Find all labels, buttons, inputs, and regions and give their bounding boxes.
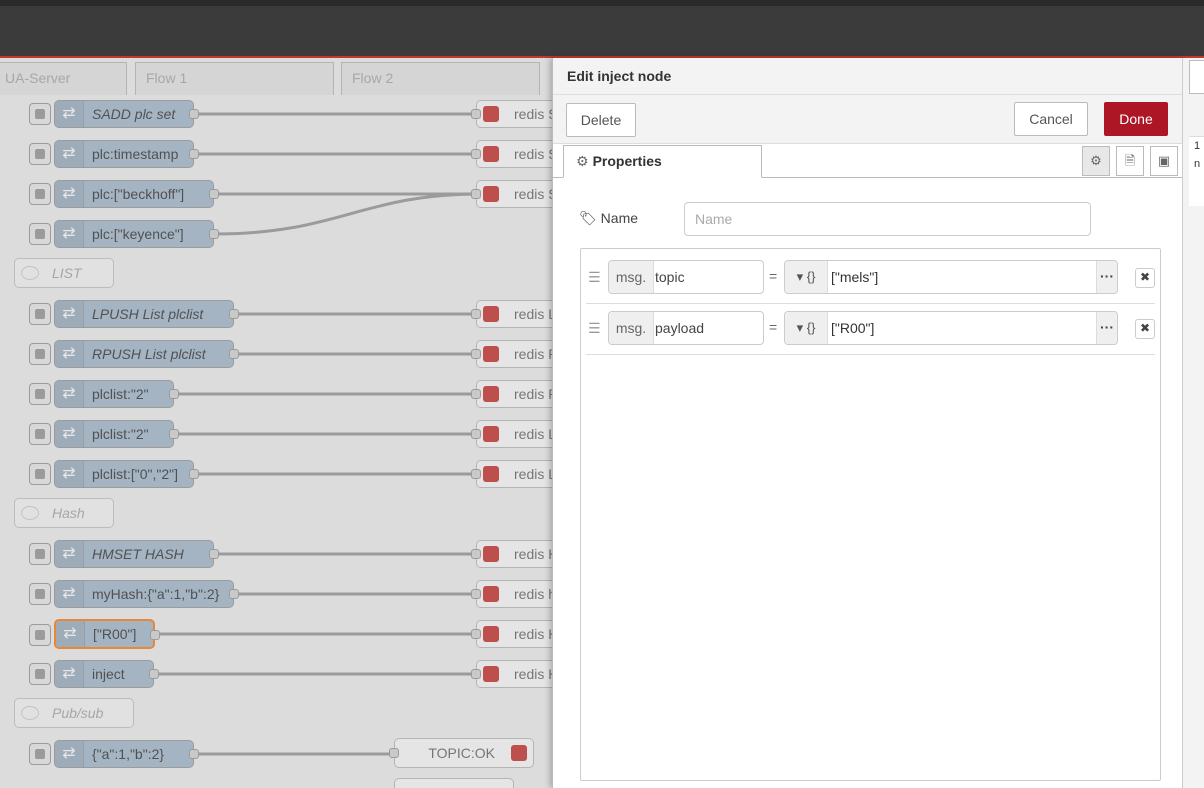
property-name: payload — [655, 320, 705, 336]
sidebar-tab[interactable] — [1189, 60, 1204, 94]
appearance-icon[interactable]: ▣ — [1150, 146, 1178, 176]
tag-icon: 🏷 — [579, 210, 597, 226]
tray-toolbar: Delete Cancel Done — [553, 95, 1183, 144]
canvas-overlay — [0, 58, 552, 788]
json-type-icon: {} — [806, 269, 816, 284]
equals-sign: = — [769, 319, 778, 335]
name-label: 🏷 Name — [579, 210, 638, 227]
sidebar: 1 n — [1182, 58, 1204, 788]
done-button[interactable]: Done — [1104, 102, 1168, 136]
gear-icon: ⚙ — [576, 153, 589, 169]
description-icon[interactable]: 🗎 — [1116, 146, 1144, 176]
delete-button[interactable]: Delete — [566, 103, 636, 137]
value-field[interactable]: ▾ {} ["mels"] ··· — [784, 260, 1118, 294]
tab-label: Properties — [592, 153, 662, 169]
property-field[interactable]: msg. topic — [608, 260, 764, 294]
value-field[interactable]: ▾ {} ["R00"] ··· — [784, 311, 1118, 345]
expand-editor-icon[interactable]: ··· — [1096, 261, 1117, 293]
property-row: ☰ msg. payload = ▾ {} ["R00"] ··· ✖ — [586, 303, 1155, 355]
property-list: ☰ msg. topic = ▾ {} ["mels"] ··· ✖ ☰ msg… — [580, 248, 1161, 781]
caret-down-icon: ▾ — [796, 320, 804, 335]
value-text: ["mels"] — [831, 269, 879, 285]
expand-editor-icon[interactable]: ··· — [1096, 312, 1117, 344]
tray-header: Edit inject node — [553, 58, 1183, 95]
name-field[interactable] — [684, 202, 1091, 236]
drag-handle-icon[interactable]: ☰ — [588, 321, 601, 335]
settings-gear-icon[interactable]: ⚙ — [1082, 146, 1110, 176]
type-selector[interactable]: ▾ {} — [785, 261, 828, 293]
remove-row-icon[interactable]: ✖ — [1135, 268, 1155, 288]
tab-properties[interactable]: ⚙ Properties — [563, 145, 762, 178]
browser-strip — [0, 0, 1204, 6]
tray-title: Edit inject node — [567, 68, 672, 84]
value-text: ["R00"] — [831, 320, 875, 336]
cancel-button[interactable]: Cancel — [1014, 102, 1088, 136]
msg-prefix: msg. — [609, 312, 654, 344]
type-selector[interactable]: ▾ {} — [785, 312, 828, 344]
drag-handle-icon[interactable]: ☰ — [588, 270, 601, 284]
msg-prefix: msg. — [609, 261, 654, 293]
property-field[interactable]: msg. payload — [608, 311, 764, 345]
sidebar-panel: 1 n — [1189, 136, 1204, 206]
header-bar — [0, 0, 1204, 58]
remove-row-icon[interactable]: ✖ — [1135, 319, 1155, 339]
caret-down-icon: ▾ — [796, 269, 804, 284]
property-name: topic — [655, 269, 685, 285]
edit-tray: Edit inject node Delete Cancel Done ⚙ Pro… — [552, 58, 1183, 788]
name-label-text: Name — [600, 210, 639, 226]
equals-sign: = — [769, 268, 778, 284]
property-row: ☰ msg. topic = ▾ {} ["mels"] ··· ✖ — [586, 252, 1155, 304]
json-type-icon: {} — [806, 320, 816, 335]
